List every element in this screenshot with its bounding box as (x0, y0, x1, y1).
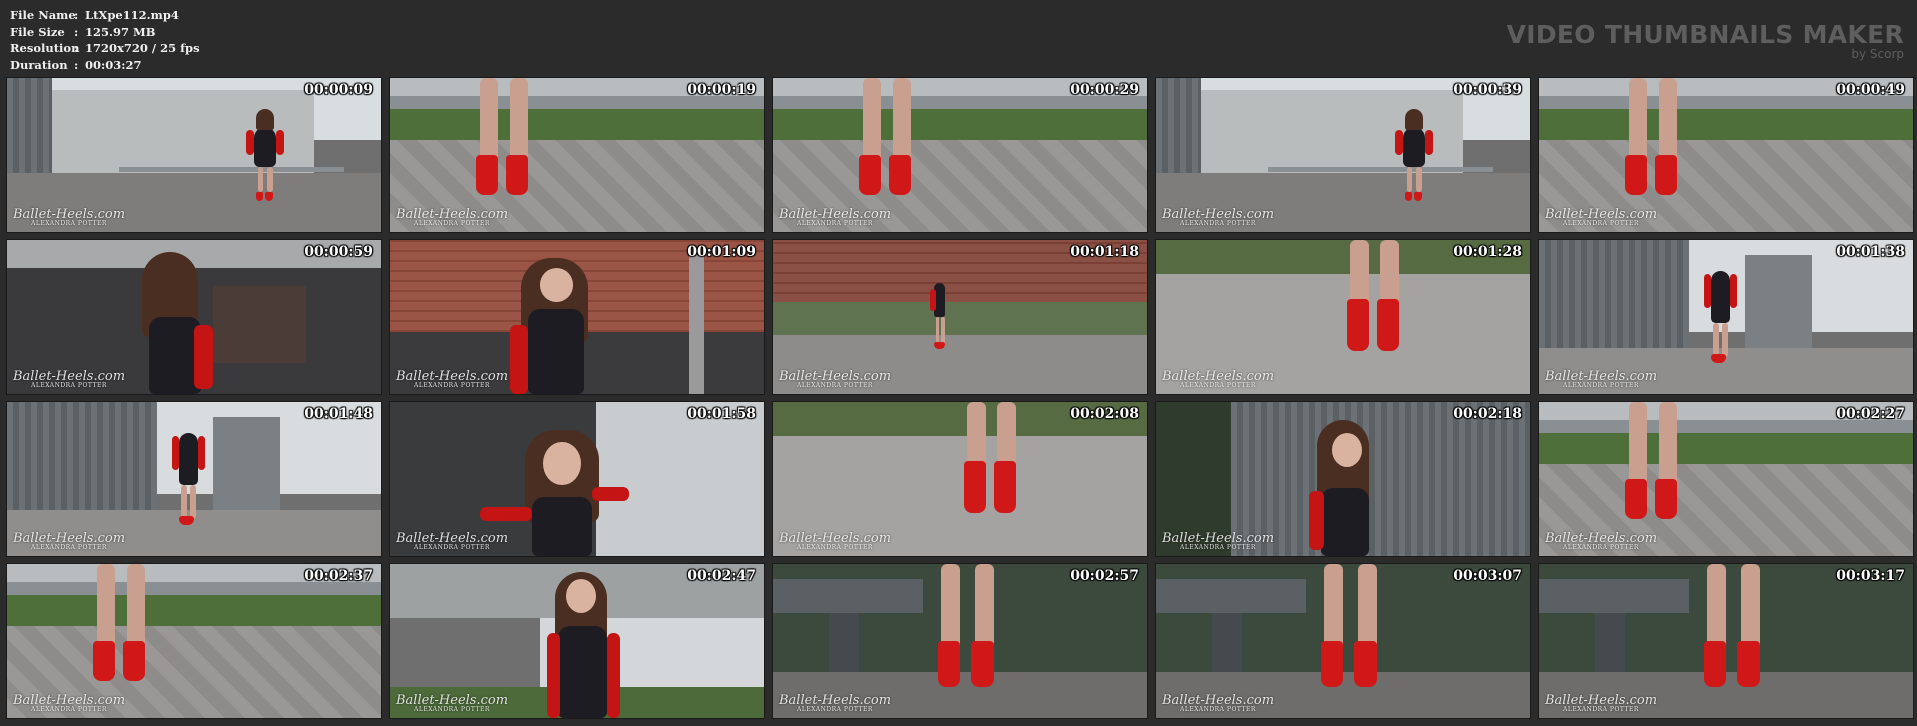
watermark-logo: Ballet-Heels.com ALEXANDRA POTTER (1162, 693, 1274, 713)
timestamp: 00:00:09 (304, 82, 373, 98)
separator: : (74, 8, 79, 22)
watermark-logo: Ballet-Heels.com ALEXANDRA POTTER (779, 531, 891, 551)
timestamp: 00:02:37 (304, 568, 373, 584)
watermark-logo: Ballet-Heels.com ALEXANDRA POTTER (1545, 531, 1657, 551)
timestamp: 00:01:38 (1836, 244, 1905, 260)
separator: : (74, 41, 79, 55)
timestamp: 00:02:47 (687, 568, 756, 584)
watermark-logo: Ballet-Heels.com ALEXANDRA POTTER (779, 369, 891, 389)
video-thumbnail[interactable]: 00:03:07 Ballet-Heels.com ALEXANDRA POTTER (1155, 563, 1531, 719)
watermark-logo: Ballet-Heels.com ALEXANDRA POTTER (396, 207, 508, 227)
file-size-label: File Size (10, 24, 65, 39)
timestamp: 00:01:58 (687, 406, 756, 422)
file-size-value: 125.97 MB (85, 24, 156, 39)
timestamp: 00:01:18 (1070, 244, 1139, 260)
resolution-value: 1720x720 / 25 fps (85, 41, 200, 55)
video-thumbnail[interactable]: 00:02:47 Ballet-Heels.com ALEXANDRA POTTER (389, 563, 765, 719)
watermark-logo: Ballet-Heels.com ALEXANDRA POTTER (1162, 369, 1274, 389)
duration-label: Duration (10, 57, 68, 72)
video-thumbnail[interactable]: 00:03:17 Ballet-Heels.com ALEXANDRA POTTER (1538, 563, 1914, 719)
brand-title: VIDEO THUMBNAILS MAKER (1506, 20, 1904, 49)
video-thumbnail[interactable]: 00:01:38 Ballet-Heels.com ALEXANDRA POTTER (1538, 239, 1914, 395)
watermark-logo: Ballet-Heels.com ALEXANDRA POTTER (1545, 207, 1657, 227)
brand-logo: VIDEO THUMBNAILS MAKER by Scorp (1506, 20, 1904, 62)
video-thumbnail[interactable]: 00:00:59 Ballet-Heels.com ALEXANDRA POTTER (6, 239, 382, 395)
timestamp: 00:02:18 (1453, 406, 1522, 422)
resolution-label: Resolution (10, 41, 80, 55)
video-thumbnail[interactable]: 00:02:57 Ballet-Heels.com ALEXANDRA POTTER (772, 563, 1148, 719)
video-thumbnail[interactable]: 00:02:18 Ballet-Heels.com ALEXANDRA POTTER (1155, 401, 1531, 557)
timestamp: 00:01:28 (1453, 244, 1522, 260)
video-thumbnail[interactable]: 00:02:08 Ballet-Heels.com ALEXANDRA POTTER (772, 401, 1148, 557)
video-thumbnail[interactable]: 00:00:49 Ballet-Heels.com ALEXANDRA POTTER (1538, 77, 1914, 233)
video-thumbnail[interactable]: 00:01:48 Ballet-Heels.com ALEXANDRA POTTER (6, 401, 382, 557)
file-size-row: File Size : 125.97 MB (10, 24, 200, 41)
timestamp: 00:00:29 (1070, 82, 1139, 98)
timestamp: 00:00:19 (687, 82, 756, 98)
timestamp: 00:01:09 (687, 244, 756, 260)
watermark-logo: Ballet-Heels.com ALEXANDRA POTTER (779, 693, 891, 713)
watermark-logo: Ballet-Heels.com ALEXANDRA POTTER (13, 693, 125, 713)
video-thumbnail[interactable]: 00:00:09 Ballet-Heels.com ALEXANDRA POTTER (6, 77, 382, 233)
video-thumbnail[interactable]: 00:00:19 Ballet-Heels.com ALEXANDRA POTTER (389, 77, 765, 233)
video-thumbnail[interactable]: 00:02:37 Ballet-Heels.com ALEXANDRA POTTER (6, 563, 382, 719)
video-thumbnail[interactable]: 00:01:58 Ballet-Heels.com ALEXANDRA POTTER (389, 401, 765, 557)
file-name-value: LtXpe112.mp4 (85, 8, 179, 22)
separator: : (74, 24, 79, 39)
timestamp: 00:02:27 (1836, 406, 1905, 422)
watermark-logo: Ballet-Heels.com ALEXANDRA POTTER (1545, 693, 1657, 713)
file-info: File Name : LtXpe112.mp4 File Size : 125… (10, 7, 200, 73)
video-thumbnail[interactable]: 00:00:29 Ballet-Heels.com ALEXANDRA POTTER (772, 77, 1148, 233)
watermark-logo: Ballet-Heels.com ALEXANDRA POTTER (396, 369, 508, 389)
separator: : (74, 57, 79, 72)
watermark-logo: Ballet-Heels.com ALEXANDRA POTTER (13, 369, 125, 389)
video-thumbnail[interactable]: 00:00:39 Ballet-Heels.com ALEXANDRA POTTER (1155, 77, 1531, 233)
timestamp: 00:03:17 (1836, 568, 1905, 584)
resolution-row: Resolution : 1720x720 / 25 fps (10, 40, 200, 57)
video-thumbnail[interactable]: 00:01:09 Ballet-Heels.com ALEXANDRA POTTER (389, 239, 765, 395)
file-name-label: File Name (10, 8, 76, 22)
timestamp: 00:02:57 (1070, 568, 1139, 584)
watermark-logo: Ballet-Heels.com ALEXANDRA POTTER (13, 207, 125, 227)
file-name-row: File Name : LtXpe112.mp4 (10, 7, 200, 24)
timestamp: 00:02:08 (1070, 406, 1139, 422)
header-panel: File Name : LtXpe112.mp4 File Size : 125… (0, 0, 1917, 76)
video-thumbnail[interactable]: 00:01:28 Ballet-Heels.com ALEXANDRA POTTER (1155, 239, 1531, 395)
timestamp: 00:01:48 (304, 406, 373, 422)
duration-row: Duration : 00:03:27 (10, 57, 200, 74)
duration-value: 00:03:27 (85, 57, 142, 72)
brand-subtitle: by Scorp (1851, 47, 1904, 61)
timestamp: 00:00:59 (304, 244, 373, 260)
watermark-logo: Ballet-Heels.com ALEXANDRA POTTER (396, 531, 508, 551)
watermark-logo: Ballet-Heels.com ALEXANDRA POTTER (1162, 207, 1274, 227)
video-thumbnail[interactable]: 00:02:27 Ballet-Heels.com ALEXANDRA POTTER (1538, 401, 1914, 557)
thumbnail-grid: 00:00:09 Ballet-Heels.com ALEXANDRA POTTER… (6, 77, 1914, 719)
timestamp: 00:03:07 (1453, 568, 1522, 584)
watermark-logo: Ballet-Heels.com ALEXANDRA POTTER (1545, 369, 1657, 389)
timestamp: 00:00:49 (1836, 82, 1905, 98)
watermark-logo: Ballet-Heels.com ALEXANDRA POTTER (779, 207, 891, 227)
watermark-logo: Ballet-Heels.com ALEXANDRA POTTER (396, 693, 508, 713)
watermark-logo: Ballet-Heels.com ALEXANDRA POTTER (1162, 531, 1274, 551)
watermark-logo: Ballet-Heels.com ALEXANDRA POTTER (13, 531, 125, 551)
video-thumbnail[interactable]: 00:01:18 Ballet-Heels.com ALEXANDRA POTTER (772, 239, 1148, 395)
timestamp: 00:00:39 (1453, 82, 1522, 98)
